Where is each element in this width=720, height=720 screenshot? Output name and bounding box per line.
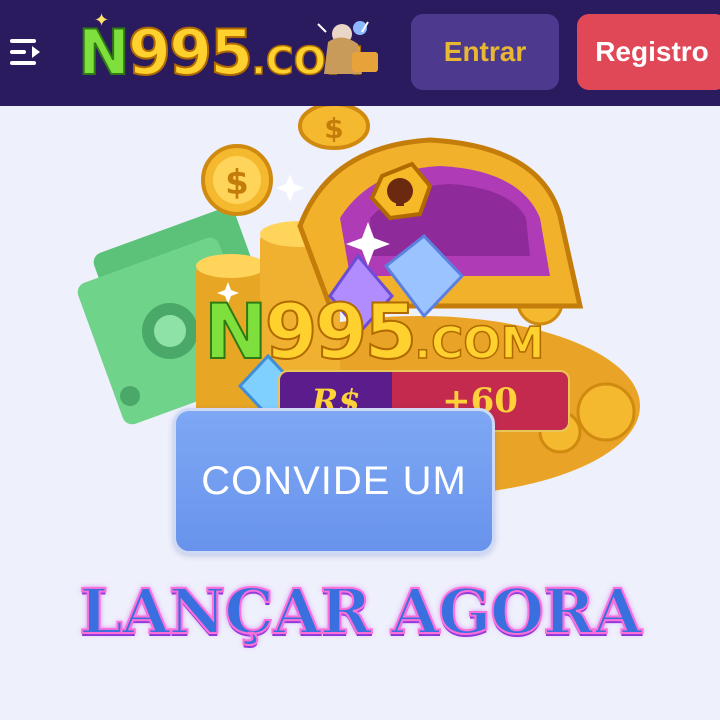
invite-button[interactable]: CONVIDE UM <box>173 408 495 554</box>
login-button[interactable]: Entrar <box>411 14 559 90</box>
gold-coin-icon: $ <box>201 144 273 216</box>
promo-logo: N995.COM <box>203 287 614 376</box>
promo-logo-suffix: .COM <box>414 317 546 370</box>
launch-now-button[interactable]: LANÇAR AGORA <box>0 572 720 652</box>
logo-digits: 995 <box>264 287 419 376</box>
menu-collapse-icon <box>10 39 40 65</box>
register-button[interactable]: Registro <box>577 14 720 90</box>
promo-logo-main: N <box>203 287 269 376</box>
logo-digits: 995 <box>127 16 254 89</box>
mascot-figure-icon <box>317 21 378 74</box>
logo-main: N <box>77 16 131 89</box>
top-bar: ✦ N995.COM Entrar Registro <box>0 0 720 106</box>
promo-banner: $ $ N995.COM R$ +60 CONVIDE UM LANÇAR AG… <box>0 106 720 720</box>
menu-button[interactable] <box>8 34 44 70</box>
svg-text:$: $ <box>324 112 343 145</box>
brand-logo[interactable]: ✦ N995.COM <box>77 10 384 96</box>
svg-text:$: $ <box>225 163 249 203</box>
gold-coin-icon: $ <box>298 106 370 150</box>
